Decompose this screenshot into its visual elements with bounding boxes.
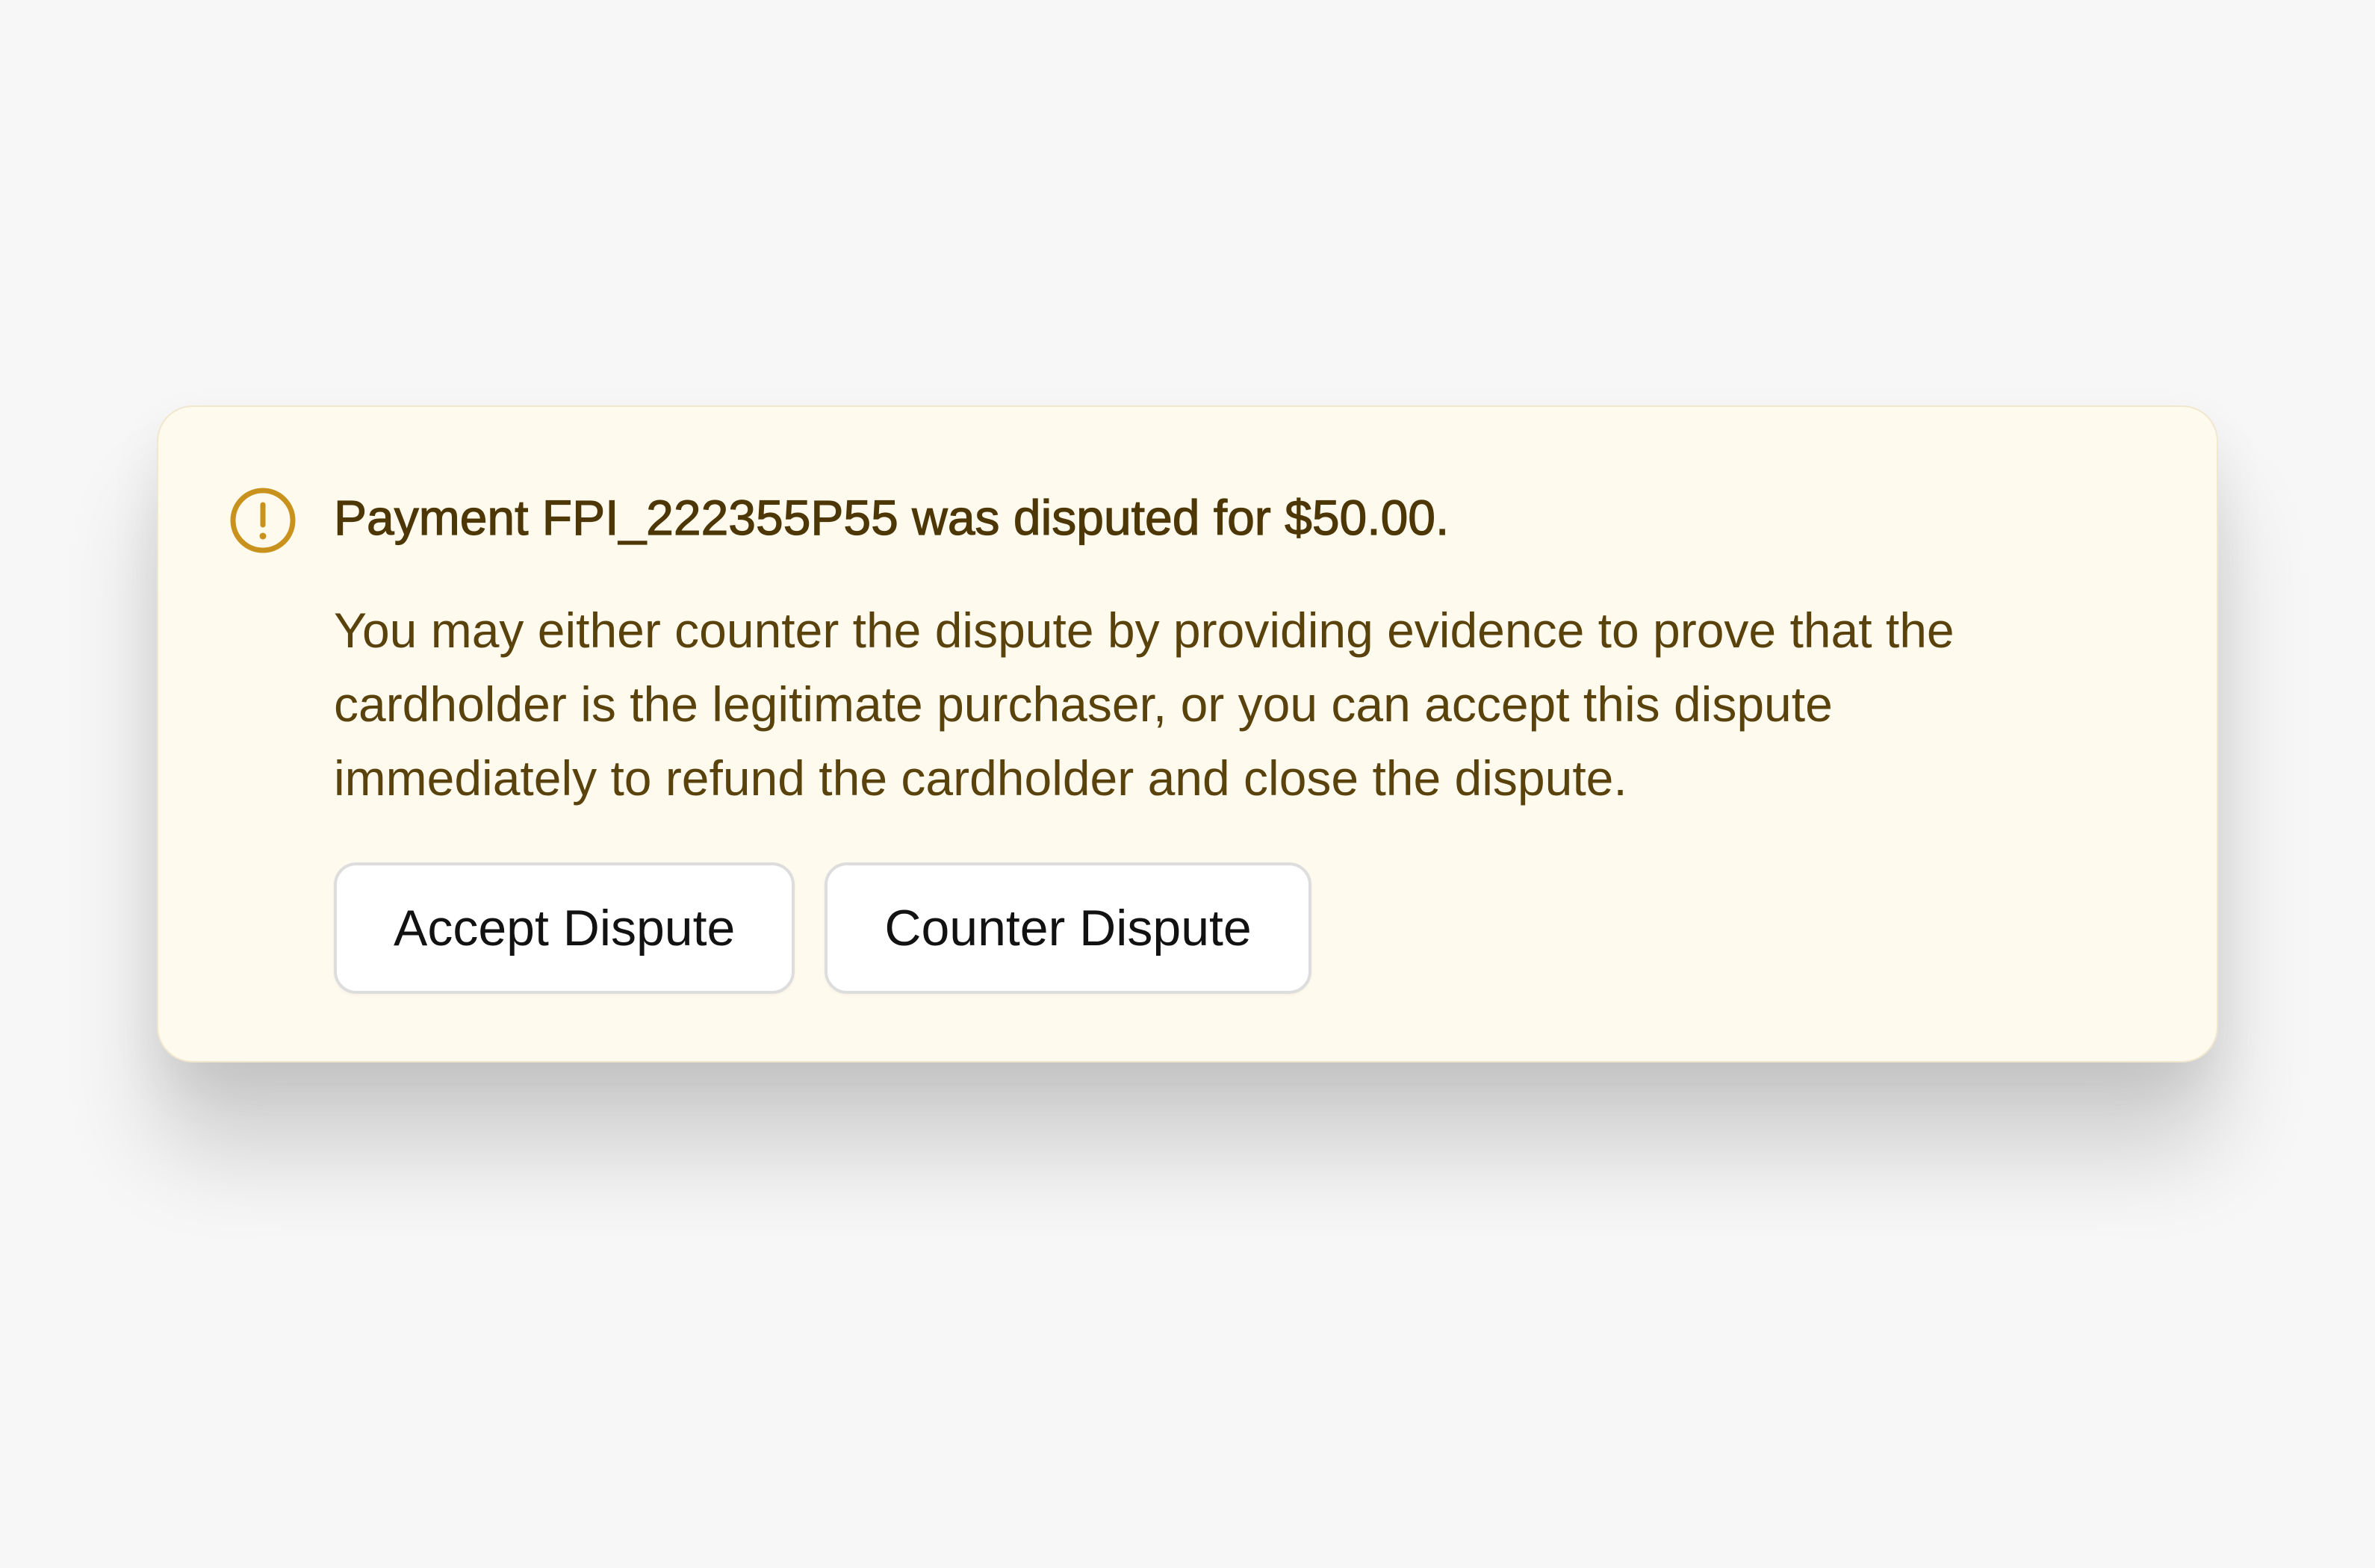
accept-dispute-button[interactable]: Accept Dispute — [334, 862, 795, 994]
exclamation-circle-icon — [229, 487, 297, 554]
alert-title: Payment FPI_222355P55 was disputed for $… — [333, 489, 1450, 545]
alert-message: You may either counter the dispute by pr… — [334, 603, 1955, 806]
alert-actions: Accept Dispute Counter Dispute — [334, 862, 1311, 994]
dispute-alert-card: Payment FPI_222355P55 was disputed for $… — [157, 405, 2218, 1063]
counter-dispute-button[interactable]: Counter Dispute — [825, 862, 1311, 994]
